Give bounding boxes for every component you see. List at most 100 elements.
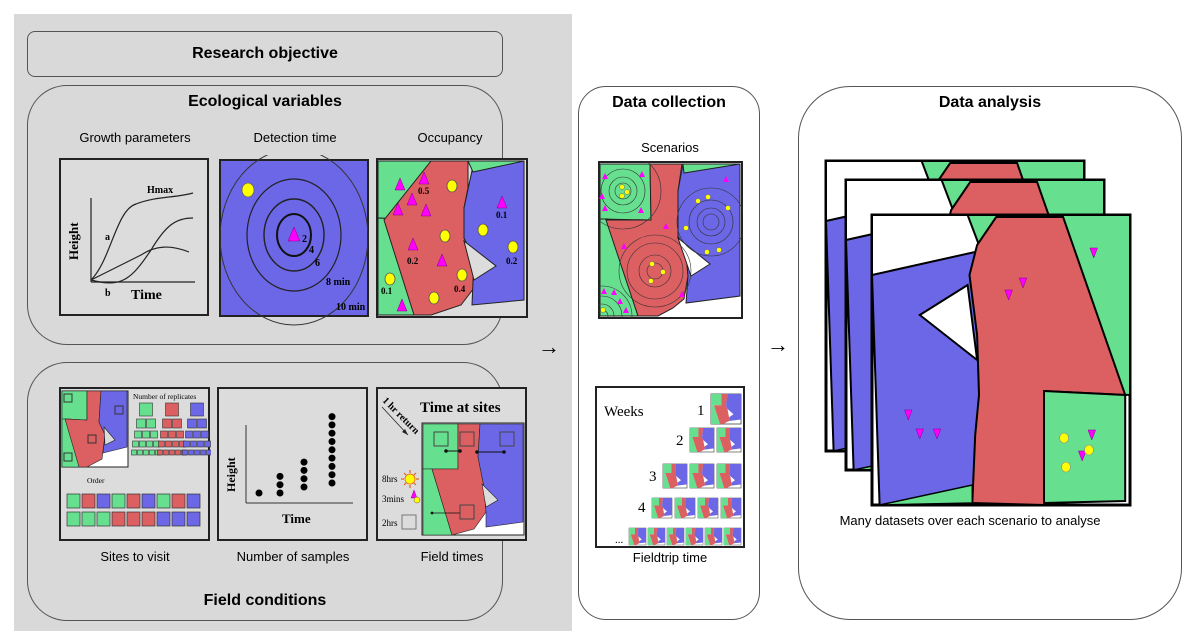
order-square <box>111 511 126 527</box>
growth-xlabel: Time <box>131 288 162 303</box>
occupancy-value-3: 0.2 <box>407 256 419 266</box>
scenarios-caption: Scenarios <box>641 140 699 155</box>
mini-scenario-map <box>651 497 673 519</box>
scenarios-panel <box>571 152 746 347</box>
sample-dot <box>276 481 284 489</box>
sample-dot <box>255 489 263 497</box>
species-circle-icon <box>1059 432 1069 444</box>
sample-dot <box>276 472 284 480</box>
fieldtrip-time-caption: Fieldtrip time <box>632 550 708 565</box>
replicate-square <box>143 449 149 456</box>
sites-to-visit-panel: Number of replicates Order <box>59 387 212 542</box>
order-square <box>111 493 126 509</box>
replicate-square <box>137 449 143 456</box>
field-times-map <box>421 422 525 536</box>
replicate-square <box>172 418 182 429</box>
replicate-square <box>131 449 137 456</box>
ring-label-10min: 10 min <box>336 302 366 313</box>
week-label: 2 <box>676 433 684 449</box>
time-at-sites-heading: Time at sites <box>420 400 501 416</box>
replicate-square <box>139 402 153 417</box>
ecological-variables-title: Ecological variables <box>188 93 342 110</box>
mini-scenario-map <box>628 527 647 546</box>
order-square <box>141 493 156 509</box>
sample-dot <box>300 483 308 491</box>
number-of-samples-caption: Number of samples <box>236 549 350 564</box>
sample-dot <box>300 475 308 483</box>
occupancy-caption: Occupancy <box>417 130 483 145</box>
mini-scenario-map <box>662 463 688 489</box>
mini-scenario-map <box>674 497 696 519</box>
week-label: ... <box>615 534 624 546</box>
sample-dot <box>328 413 336 421</box>
data-collection-title: Data collection <box>612 94 726 111</box>
replicate-square <box>185 430 193 439</box>
replicate-square <box>134 430 142 439</box>
replicate-square <box>188 449 194 456</box>
growth-curve-3 <box>90 246 190 281</box>
order-square <box>156 493 171 509</box>
fieldtrip-figure: Weeks 12 34... <box>595 386 745 548</box>
replicate-square <box>206 449 212 456</box>
sample-dot <box>276 489 284 497</box>
order-square <box>81 493 96 509</box>
sample-dot <box>328 429 336 437</box>
growth-parameters-caption: Growth parameters <box>79 130 191 145</box>
mini-scenario-map <box>723 527 742 546</box>
order-square <box>96 511 111 527</box>
replicates-label: Number of replicates <box>133 392 196 401</box>
replicate-square <box>139 440 146 448</box>
replicate-square <box>190 402 204 417</box>
week-label: 3 <box>649 469 657 485</box>
sample-dot <box>328 479 336 487</box>
detection-rings-figure: 2 4 6 8 min 10 min <box>219 148 369 326</box>
sample-dot <box>328 454 336 462</box>
sites-to-visit-caption: Sites to visit <box>100 549 170 564</box>
data-analysis-caption: Many datasets over each scenario to anal… <box>839 513 1101 528</box>
field-conditions-title: Field conditions <box>203 592 327 609</box>
order-square <box>186 511 201 527</box>
replicate-square <box>165 402 179 417</box>
field-times-panel: Time at sites 1 hr return 8hrs 3mins 2hr… <box>376 387 528 542</box>
replicate-square <box>176 430 184 439</box>
growth-parameters-panel: Height Time Hmax a b <box>59 158 209 316</box>
ring-label-6: 6 <box>315 258 320 269</box>
order-square <box>141 511 156 527</box>
replicate-square <box>194 449 200 456</box>
order-square <box>66 493 81 509</box>
mini-scenario-map <box>716 427 742 453</box>
order-square <box>156 511 171 527</box>
samples-xlabel: Time <box>282 511 311 526</box>
replicate-square <box>163 449 169 456</box>
datasets-stack <box>820 155 1140 515</box>
research-objective-title: Research objective <box>192 45 338 62</box>
mini-scenario-map <box>716 463 742 489</box>
replicate-square <box>169 449 175 456</box>
mini-scenario-map <box>647 527 666 546</box>
sample-dot <box>328 446 336 454</box>
replicate-square <box>157 449 163 456</box>
mini-scenario-map <box>689 427 715 453</box>
replicate-square <box>200 449 206 456</box>
mini-scenario-map <box>720 497 742 519</box>
species-circle-icon <box>1061 461 1071 473</box>
detection-time-caption: Detection time <box>253 130 337 145</box>
week-label: 1 <box>697 403 705 419</box>
occupancy-value-5: 0.4 <box>454 284 466 294</box>
occupancy-value-1: 0.5 <box>418 186 430 196</box>
growth-curve-2 <box>90 217 194 284</box>
order-square <box>171 493 186 509</box>
field-times-figure: Time at sites 1 hr return 8hrs 3mins 2hr… <box>376 387 527 541</box>
order-square <box>66 511 81 527</box>
a-label: a <box>105 232 110 243</box>
sample-dot <box>300 466 308 474</box>
replicate-square <box>197 440 204 448</box>
replicate-square <box>142 430 150 439</box>
order-square <box>171 511 186 527</box>
sites-figure: Number of replicates Order <box>59 387 212 541</box>
order-square <box>81 511 96 527</box>
replicate-square <box>175 449 181 456</box>
replicate-square <box>187 418 197 429</box>
replicate-square <box>162 418 172 429</box>
sites-mini-map <box>61 390 129 468</box>
